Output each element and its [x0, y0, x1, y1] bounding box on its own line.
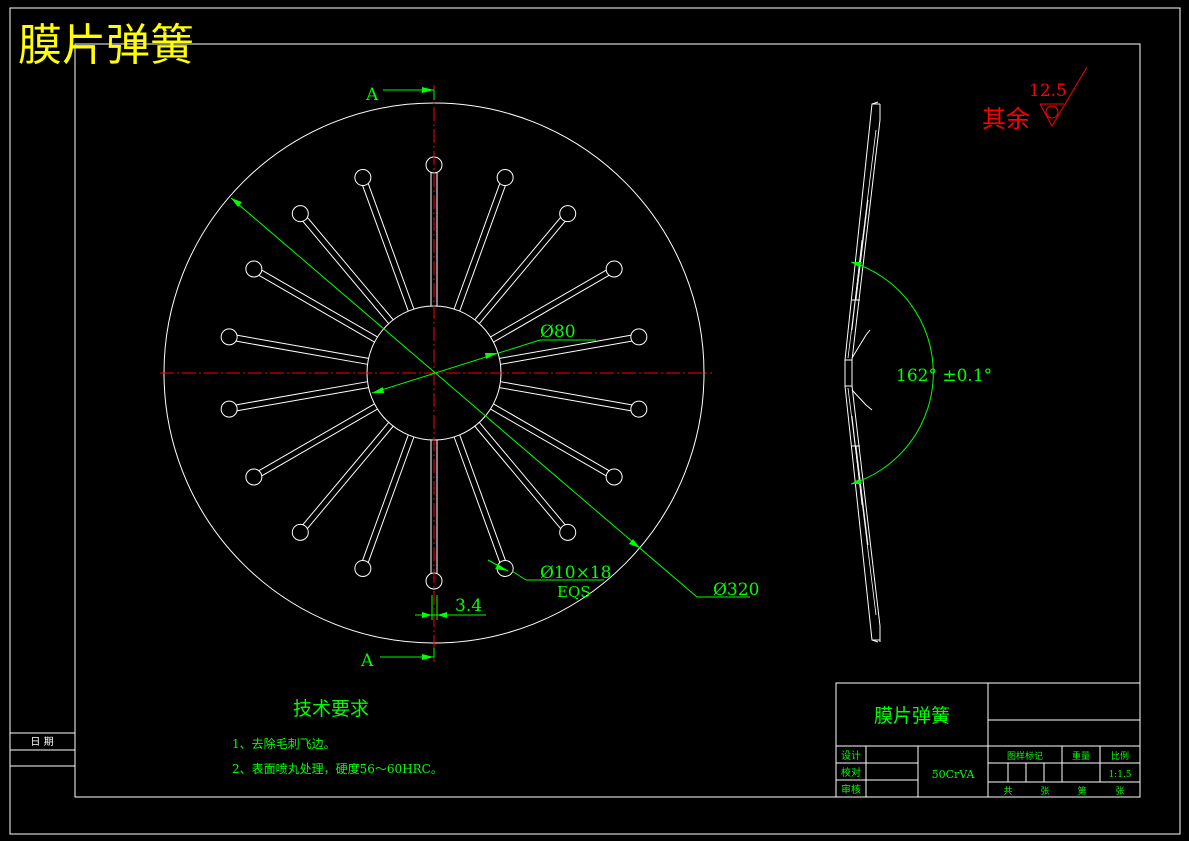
slot — [490, 403, 623, 486]
dim-cone-angle: 162° ±0.1° — [850, 261, 992, 485]
slot-end-hole — [559, 523, 577, 541]
title-block-row: 校对 — [841, 766, 861, 779]
svg-text:162° ±0.1°: 162° ±0.1° — [896, 366, 992, 386]
slot — [245, 260, 378, 343]
title-block-part-name: 膜片弹簧 — [874, 705, 950, 727]
slot-end-hole — [496, 169, 514, 187]
slot — [291, 422, 394, 541]
slot — [220, 381, 369, 418]
dim-outer-diameter: Ø320 — [230, 197, 759, 600]
slot-end-hole — [354, 169, 372, 187]
tech-req-item: 1、去除毛刺飞边。 — [232, 736, 336, 751]
roughness-symbol: 其余 12.5 — [982, 66, 1088, 133]
svg-text:图样标记: 图样标记 — [1007, 750, 1043, 762]
title-block-material: 50CrVA — [932, 768, 976, 781]
svg-text:12.5: 12.5 — [1029, 81, 1067, 101]
dim-holes: Ø10×18 EQS — [487, 559, 611, 601]
slot-end-hole — [605, 468, 623, 486]
slot-end-hole — [559, 205, 577, 223]
svg-text:重量: 重量 — [1072, 750, 1090, 762]
dim-inner-diameter: Ø80 — [371, 322, 596, 394]
slot — [245, 403, 378, 486]
dim-slot-width: 3.4 — [415, 595, 486, 620]
slot-end-hole — [245, 468, 263, 486]
svg-text:Ø10×18: Ø10×18 — [540, 563, 611, 583]
svg-text:共: 共 — [1003, 786, 1012, 797]
svg-text:其余: 其余 — [982, 105, 1030, 133]
section-mark-top: A — [365, 85, 435, 105]
tech-req-item: 2、表面喷丸处理，硬度56～60HRC。 — [232, 761, 443, 776]
slot — [499, 381, 648, 418]
tech-requirements: 技术要求 1、去除毛刺飞边。 2、表面喷丸处理，硬度56～60HRC。 — [232, 698, 443, 776]
svg-text:EQS: EQS — [557, 583, 591, 601]
slot-end-hole — [605, 260, 623, 278]
title-block-row: 设计 — [841, 749, 861, 762]
slot-end-hole — [291, 523, 309, 541]
slot-end-hole — [354, 559, 372, 577]
title-block: 膜片弹簧 设计 校对 审核 50CrVA 图样标记 重量 比例 1:1.5 共 … — [835, 682, 1141, 798]
svg-text:3.4: 3.4 — [455, 596, 482, 616]
tech-req-title: 技术要求 — [293, 698, 369, 720]
svg-text:张: 张 — [1115, 786, 1124, 797]
slot — [453, 434, 514, 577]
slot-end-hole — [220, 328, 238, 346]
slot-end-hole — [630, 328, 648, 346]
slot — [453, 169, 514, 312]
slot — [220, 328, 369, 365]
svg-text:第: 第 — [1077, 785, 1086, 797]
slot-end-hole — [220, 400, 238, 418]
svg-text:比例: 比例 — [1111, 750, 1129, 762]
inner-frame — [74, 43, 1141, 798]
slot-end-hole — [630, 400, 648, 418]
slot — [291, 205, 394, 324]
slot — [474, 422, 577, 541]
svg-text:Ø80: Ø80 — [540, 322, 576, 342]
slot — [474, 205, 577, 324]
slot — [354, 434, 415, 577]
svg-text:A: A — [360, 651, 374, 671]
side-label: 日 期 — [30, 736, 53, 748]
page-title: 膜片弹簧 — [18, 20, 194, 71]
svg-text:A: A — [365, 85, 379, 105]
engineering-drawing: 日 期 膜片弹簧 A A Ø320 Ø80 Ø10×18 EQS 3.4 162… — [9, 7, 1181, 835]
svg-text:Ø320: Ø320 — [713, 580, 759, 600]
svg-text:张: 张 — [1040, 786, 1049, 797]
title-block-scale: 1:1.5 — [1108, 770, 1131, 780]
side-view — [844, 101, 881, 643]
slot-end-hole — [291, 205, 309, 223]
slot-end-hole — [245, 260, 263, 278]
slot — [354, 169, 415, 312]
section-mark-bottom: A — [360, 648, 435, 671]
title-block-row: 审核 — [841, 783, 861, 796]
